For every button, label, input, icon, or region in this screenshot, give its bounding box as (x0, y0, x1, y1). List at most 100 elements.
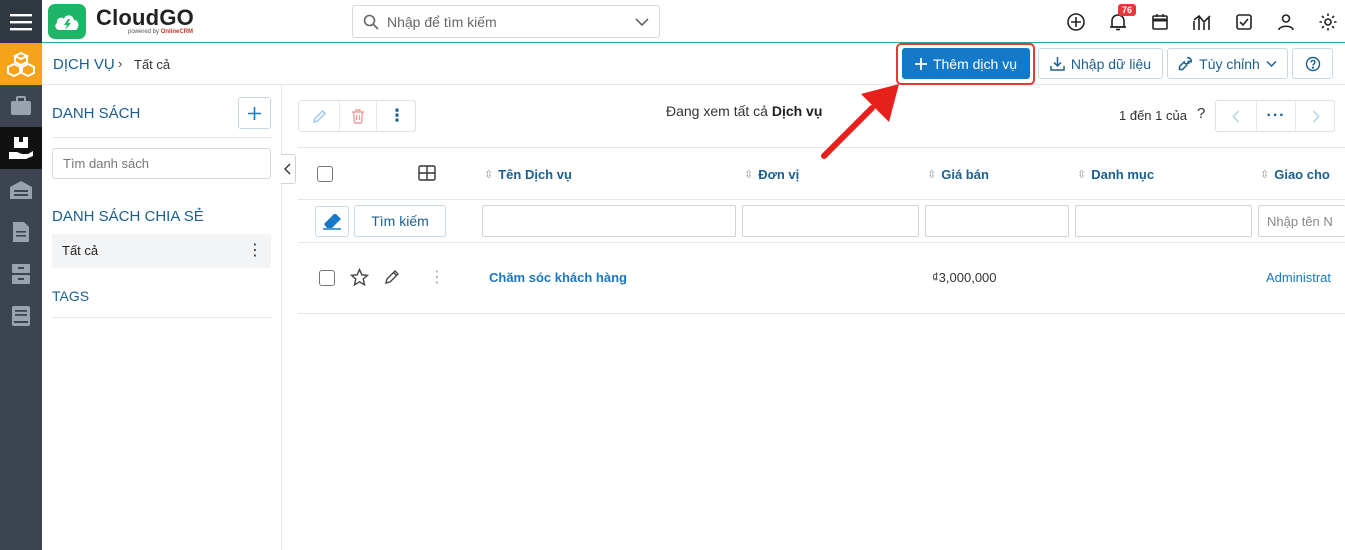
eraser-icon (323, 213, 341, 230)
global-search[interactable] (352, 5, 660, 38)
plus-icon (914, 57, 927, 70)
powered-by-brand: OnlineCRM (160, 29, 194, 35)
import-data-label: Nhập dữ liệu (1070, 55, 1152, 72)
question-circle-icon (1305, 56, 1320, 71)
filter-name-input[interactable] (482, 205, 736, 237)
row-checkbox[interactable] (319, 270, 335, 286)
view-status: Đang xem tất cả Dịch vụ (666, 103, 822, 119)
search-filter-button[interactable]: Tìm kiếm (354, 205, 446, 237)
filter-unit-input[interactable] (742, 205, 919, 237)
global-search-input[interactable] (387, 12, 627, 32)
divider (52, 317, 272, 318)
chevron-right-icon (1312, 109, 1320, 123)
breadcrumb-module[interactable]: DỊCH VỤ (53, 56, 115, 73)
user-profile-icon[interactable] (1275, 11, 1297, 33)
column-unit-label: Đơn vị (758, 167, 800, 182)
clear-filter-button[interactable] (315, 206, 349, 237)
column-assigned-label: Giao cho (1274, 167, 1330, 182)
settings-gear-icon[interactable] (1317, 11, 1339, 33)
left-rail (0, 0, 42, 550)
breadcrumb-current: Tất cả (134, 57, 171, 72)
analytics-chart-icon[interactable] (1191, 11, 1213, 33)
column-header-category[interactable]: ⇳ Danh mục (1077, 167, 1154, 182)
column-price-label: Giá bán (941, 167, 989, 182)
apps-cubes-icon[interactable] (0, 43, 42, 85)
shared-list-title: DANH SÁCH CHIA SẺ (52, 208, 204, 225)
ellipsis-icon: ··· (1266, 107, 1286, 124)
edit-button[interactable] (299, 101, 339, 131)
column-header-name[interactable]: ⇳ Tên Dịch vụ (484, 167, 572, 182)
sort-icon: ⇳ (484, 169, 494, 181)
archive-cabinet-icon[interactable] (0, 253, 42, 295)
chevron-left-icon (284, 163, 291, 175)
chevron-left-icon (1232, 109, 1240, 123)
trash-icon (352, 108, 364, 124)
assigned-user-link[interactable]: Administrat (1266, 270, 1345, 285)
task-checkbox-icon[interactable] (1233, 11, 1255, 33)
table-row[interactable]: ⋮ Chăm sóc khách hàng ₫3,000,000 Adminis… (298, 243, 1345, 314)
add-service-label: Thêm dịch vụ (932, 55, 1018, 72)
filter-row: Tìm kiếm (298, 200, 1345, 243)
add-circle-icon[interactable] (1065, 11, 1087, 33)
column-header-price[interactable]: ⇳ Giá bán (927, 167, 989, 182)
help-button[interactable] (1292, 48, 1333, 79)
column-layout-icon[interactable] (418, 165, 436, 184)
customize-button[interactable]: Tùy chỉnh (1167, 48, 1288, 79)
add-list-button[interactable] (238, 97, 271, 129)
warehouse-icon[interactable] (0, 169, 42, 211)
sort-icon: ⇳ (927, 169, 937, 181)
sort-icon: ⇳ (744, 169, 754, 181)
page-jump-button[interactable]: ··· (1256, 101, 1296, 131)
next-page-button[interactable] (1296, 101, 1336, 131)
notification-badge: 76 (1118, 4, 1137, 16)
divider (52, 137, 272, 138)
wrench-icon (1178, 57, 1193, 71)
services-hand-box-icon[interactable] (0, 127, 42, 169)
more-actions-button[interactable]: ⋮ (377, 101, 417, 131)
column-name-label: Tên Dịch vụ (498, 167, 572, 182)
cloudgo-logo[interactable] (48, 4, 86, 39)
filter-assigned-input[interactable] (1258, 205, 1345, 237)
add-service-button[interactable]: Thêm dịch vụ (902, 48, 1030, 79)
download-icon (1050, 57, 1065, 71)
list-item-label: Tất cả (62, 243, 99, 258)
pager-total-unknown[interactable]: ? (1197, 105, 1205, 122)
filter-category-input[interactable] (1075, 205, 1252, 237)
bulk-action-toolbar: ⋮ (298, 100, 416, 132)
sort-icon: ⇳ (1260, 169, 1270, 181)
list-item-all[interactable]: Tất cả ⋮ (52, 234, 271, 268)
list-sidebar: DANH SÁCH DANH SÁCH CHIA SẺ Tất cả ⋮ TAG… (42, 85, 282, 550)
document-icon[interactable] (0, 211, 42, 253)
tags-title: TAGS (52, 288, 90, 304)
row-edit-pencil-icon[interactable] (384, 269, 400, 288)
delete-button[interactable] (339, 101, 377, 131)
select-all-checkbox[interactable] (317, 166, 333, 182)
filter-price-input[interactable] (925, 205, 1069, 237)
column-category-label: Danh mục (1091, 167, 1155, 182)
plus-icon (248, 106, 261, 120)
powered-by-text: powered by (128, 29, 160, 35)
column-header-assigned[interactable]: ⇳ Giao cho (1260, 167, 1330, 182)
chevron-down-icon[interactable] (635, 15, 649, 32)
red-annotation-arrow-icon (821, 84, 899, 159)
chevron-down-icon (1266, 60, 1277, 68)
import-data-button[interactable]: Nhập dữ liệu (1038, 48, 1163, 79)
list-search-input[interactable] (52, 148, 271, 179)
pager-range: 1 đến 1 của (1119, 108, 1187, 123)
book-icon[interactable] (0, 295, 42, 337)
pencil-icon (312, 109, 326, 123)
column-header-unit[interactable]: ⇳ Đơn vị (744, 167, 799, 182)
prev-page-button[interactable] (1216, 101, 1256, 131)
module-subheader: DỊCH VỤ › Tất cả Thêm dịch vụ Nhập dữ li… (42, 43, 1345, 85)
kebab-menu-icon[interactable]: ⋮ (247, 240, 263, 260)
list-title: DANH SÁCH (52, 105, 141, 122)
collapse-sidebar-handle[interactable] (281, 154, 296, 184)
service-name-link[interactable]: Chăm sóc khách hàng (489, 270, 627, 285)
service-price: ₫3,000,000 (932, 270, 997, 285)
row-kebab-menu-icon[interactable]: ⋮ (429, 267, 445, 287)
briefcase-icon[interactable] (0, 85, 42, 127)
star-icon[interactable] (349, 267, 370, 290)
pagination: ··· (1215, 100, 1335, 132)
hamburger-menu-icon[interactable] (0, 0, 42, 43)
calendar-icon[interactable] (1149, 11, 1171, 33)
